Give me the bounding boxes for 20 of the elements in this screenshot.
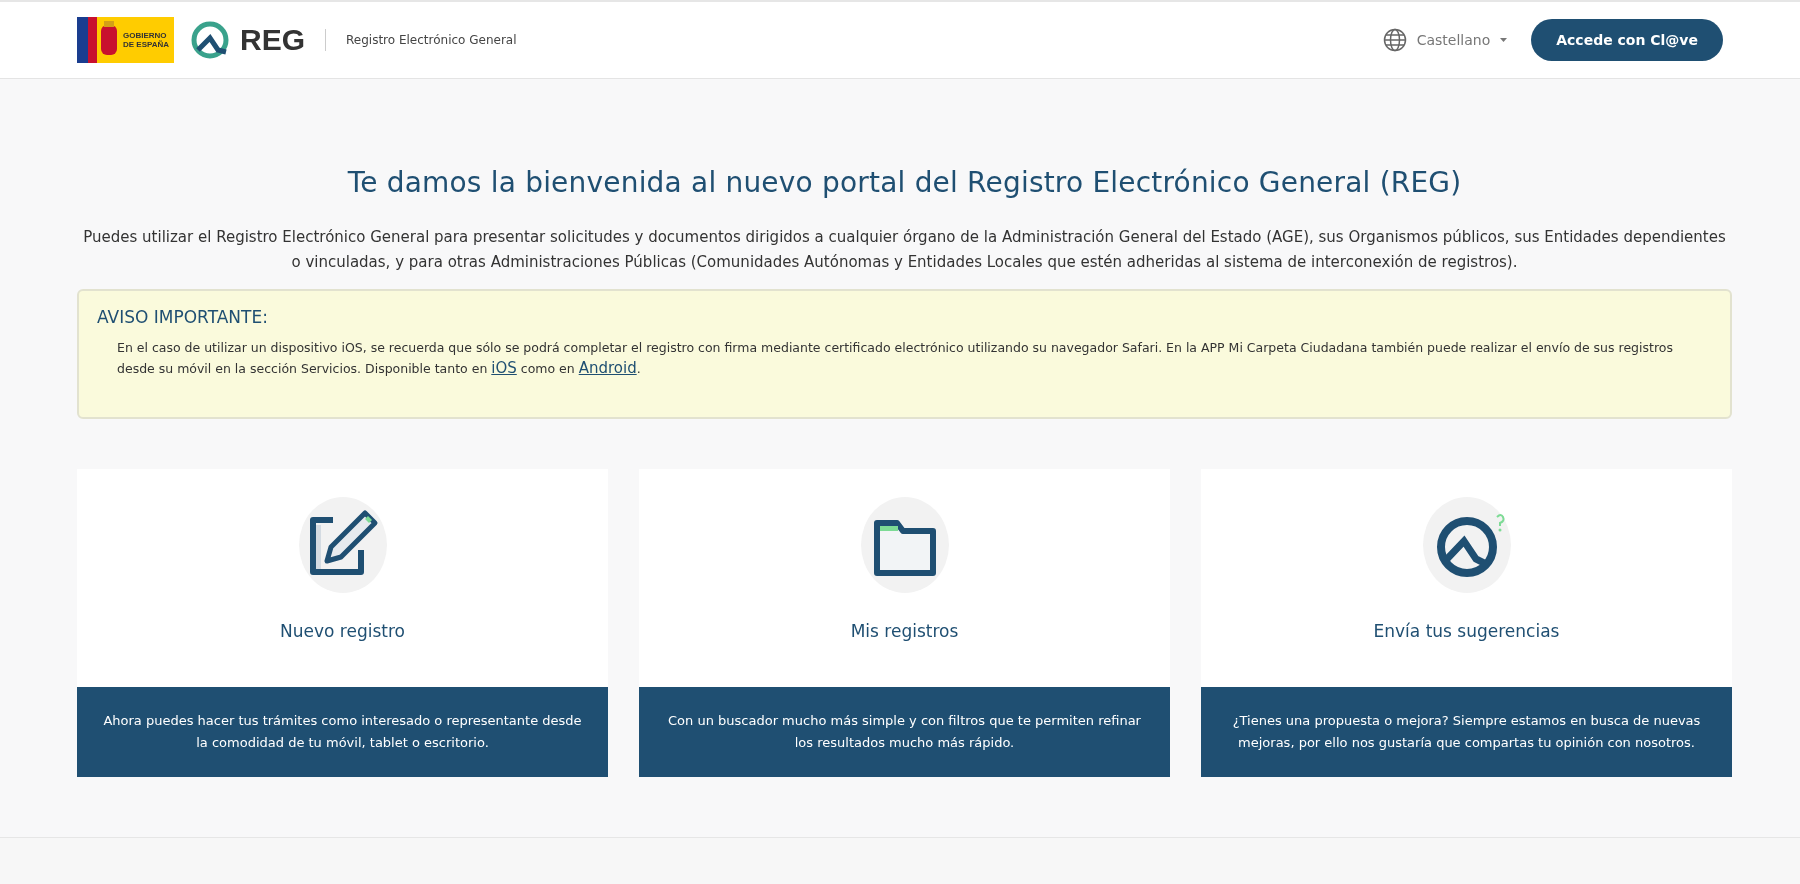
page-title: Te damos la bienvenida al nuevo portal del Registro Electrónico General (REG) (347, 166, 1462, 199)
card-title[interactable]: Mis registros (850, 621, 959, 641)
globe-icon (1382, 28, 1407, 52)
notice-text: En el caso de utilizar un dispositivo iOS, se recuerda que sólo se podrá completar el registro con firma mediante certificado electrónico utilizando su navegador Safari. En la APP Mi Carpeta Ciudadana también puede realizar el envío de sus registros desde su móvil en la sección Servicios. Disponible tanto en iOS como en Android. (117, 339, 1674, 379)
brand-name: REG (240, 23, 305, 57)
store-link[interactable]: Android (578, 359, 637, 377)
notice-heading: AVISO IMPORTANTE: (97, 307, 269, 327)
card-title[interactable]: Nuevo registro (280, 621, 405, 641)
caret-icon (1500, 38, 1508, 42)
language-selector[interactable]: Castellano (1382, 28, 1508, 52)
reg-logo-icon (190, 20, 230, 60)
intro-text: Puedes utilizar el Registro Electrónico General para presentar solicitudes y documentos dirigidos a cualquier órgano de la Administración General del Estado (AGE), sus Organismos públicos, sus Entidades dependientes o vinculadas, y para otras Administraciones Públicas (Comunidades Autónomas y Entidades Locales que estén adheridas al sistema de interconexión de registros). (82, 227, 1727, 273)
site-name: Registro Electrónico General (346, 33, 517, 47)
login-button[interactable]: Accede con Cl@ve (1531, 19, 1723, 61)
government-logo: GOBIERNO DE ESPAÑA (77, 17, 174, 63)
card-description: ¿Tienes una propuesta o mejora? Siempre estamos en busca de nuevas mejoras, por ello nos gustaría que compartas tu opinión con nosotros. (1201, 687, 1732, 777)
card-title[interactable]: Envía tus sugerencias (1373, 621, 1560, 641)
card-description: Ahora puedes hacer tus trámites como interesado o representante desde la comodidad de tu móvil, tablet o escritorio. (77, 687, 608, 777)
card-description: Con un buscador mucho más simple y con filtros que te permiten refinar los resultados mucho más rápido. (639, 687, 1170, 777)
store-link[interactable]: iOS (491, 359, 517, 377)
